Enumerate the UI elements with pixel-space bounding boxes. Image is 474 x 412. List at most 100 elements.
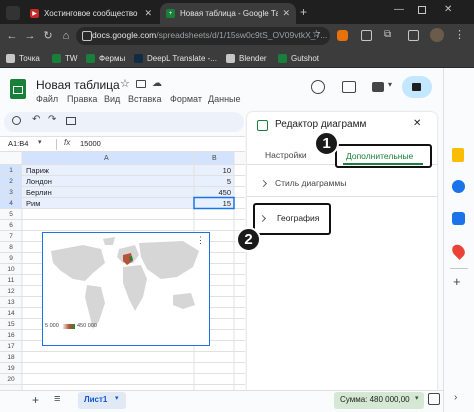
search-icon[interactable] [12,116,21,125]
row-header[interactable]: 9 [0,253,22,264]
cell-a1[interactable]: Париж [26,165,49,176]
column-header-a[interactable]: A [104,153,109,164]
cell-b4[interactable]: 15 [196,198,231,209]
row-header[interactable]: 4 [0,198,22,209]
cell-b3[interactable]: 450 [196,187,231,198]
spreadsheet-grid[interactable]: A B 1 2 3 4 Париж Лондон Берлин Рим 10 5… [0,152,245,390]
window-close-icon[interactable]: ✕ [444,4,452,15]
minimize-icon[interactable]: — [394,4,404,15]
forward-icon[interactable]: → [22,28,38,44]
row-header[interactable]: 20 [0,374,22,385]
bookmark-item[interactable]: Gutshot [278,52,319,64]
cell-a2[interactable]: Лондон [26,176,52,187]
new-tab-button[interactable]: + [300,5,307,19]
row-header[interactable]: 8 [0,242,22,253]
tab-setup[interactable]: Настройки [265,150,307,160]
star-icon[interactable]: ☆ [120,77,130,90]
cell-b2[interactable]: 5 [196,176,231,187]
menu-file[interactable]: Файл [36,94,58,104]
browser-tab-2[interactable]: + Новая таблица - Google Табли ✕ [160,3,296,24]
row-header[interactable]: 17 [0,341,22,352]
site-info-icon[interactable] [82,31,92,41]
bookmark-item[interactable]: TW [52,52,77,64]
row-header[interactable]: 7 [0,231,22,242]
tasks-icon[interactable] [452,180,465,193]
add-addon-icon[interactable]: + [453,274,461,289]
move-folder-icon[interactable] [136,80,146,88]
row-header[interactable]: 6 [0,220,22,231]
redo-icon[interactable]: ↷ [48,114,56,125]
geo-chart[interactable]: ⋮ 5 000 450 000 [42,232,210,346]
share-button[interactable] [402,76,432,98]
reload-icon[interactable]: ↻ [40,28,56,44]
browser-tab-1[interactable]: ▶ Хостинговое сообщество «Ti ✕ [24,3,158,24]
maximize-icon[interactable] [418,6,426,14]
menu-edit[interactable]: Правка [67,94,97,104]
print-icon[interactable] [66,117,76,125]
name-box[interactable]: A1:B4 [8,139,28,148]
back-icon[interactable]: ← [4,28,20,44]
sheets-logo-icon[interactable] [10,79,26,99]
row-header[interactable]: 15 [0,319,22,330]
cloud-status-icon[interactable]: ☁ [152,78,162,89]
row-header[interactable]: 1 [0,165,22,176]
menu-insert[interactable]: Вставка [128,94,161,104]
row-header[interactable]: 2 [0,176,22,187]
version-history-icon[interactable] [311,80,325,94]
section-geo[interactable]: География [253,203,331,235]
close-icon[interactable]: ✕ [144,8,152,19]
row-header[interactable]: 18 [0,352,22,363]
row-header[interactable]: 3 [0,187,22,198]
section-chart-style[interactable]: Стиль диаграммы [259,178,346,188]
menu-icon[interactable]: ⋮ [454,28,465,41]
comments-icon[interactable] [342,81,356,93]
sum-indicator[interactable]: Сумма: 480 000,00 ▾ [334,392,424,409]
document-title[interactable]: Новая таблица [36,78,120,92]
add-sheet-icon[interactable]: + [32,393,39,407]
tab-customize[interactable]: Дополнительные [335,144,432,168]
meet-icon[interactable] [372,82,384,92]
chevron-down-icon[interactable]: ▾ [388,80,392,89]
bookmark-item[interactable]: Точка [6,52,40,64]
bookmark-star-icon[interactable]: ☆ [312,29,321,40]
close-icon[interactable]: ✕ [282,8,290,19]
explore-icon[interactable] [428,393,440,405]
row-header[interactable]: 10 [0,264,22,275]
row-header[interactable]: 13 [0,297,22,308]
undo-icon[interactable]: ↶ [32,114,40,125]
chevron-down-icon[interactable]: ▾ [38,138,42,146]
cell-a4[interactable]: Рим [26,198,40,209]
chart-menu-icon[interactable]: ⋮ [196,235,205,246]
row-header[interactable]: 16 [0,330,22,341]
sheet-tab-active[interactable]: Лист1 ▾ [78,392,126,409]
formula-input[interactable]: 15000 [80,139,101,148]
cell-b1[interactable]: 10 [196,165,231,176]
menu-view[interactable]: Вид [104,94,120,104]
row-header[interactable]: 5 [0,209,22,220]
row-header[interactable]: 11 [0,275,22,286]
menu-format[interactable]: Формат [170,94,202,104]
row-header[interactable]: 19 [0,363,22,374]
extensions-puzzle-icon[interactable]: ⧉ [384,29,391,40]
extension-icon[interactable] [337,30,348,41]
all-sheets-icon[interactable]: ≡ [54,393,60,405]
bookmark-item[interactable]: Фермы [86,52,125,64]
chevron-right-icon[interactable]: › [454,392,457,403]
extension-icon[interactable] [361,30,372,41]
menu-data[interactable]: Данные [208,94,241,104]
bookmark-item[interactable]: DeepL Translate -... [134,52,217,64]
tab-search-button[interactable] [6,6,20,20]
home-icon[interactable]: ⌂ [58,28,74,44]
cell-a3[interactable]: Берлин [26,187,52,198]
row-header[interactable]: 12 [0,286,22,297]
avatar[interactable] [430,28,444,42]
close-icon[interactable]: ✕ [413,118,421,129]
bookmark-item[interactable]: Blender [226,52,267,64]
keep-icon[interactable] [452,148,464,162]
maps-icon[interactable] [449,242,468,260]
row-header[interactable]: 14 [0,308,22,319]
omnibox[interactable]: docs.google.com/spreadsheets/d/1/15sw0c9… [76,27,330,45]
side-panel-icon[interactable] [408,30,419,41]
contacts-icon[interactable] [452,212,465,225]
column-header-b[interactable]: B [212,153,217,164]
